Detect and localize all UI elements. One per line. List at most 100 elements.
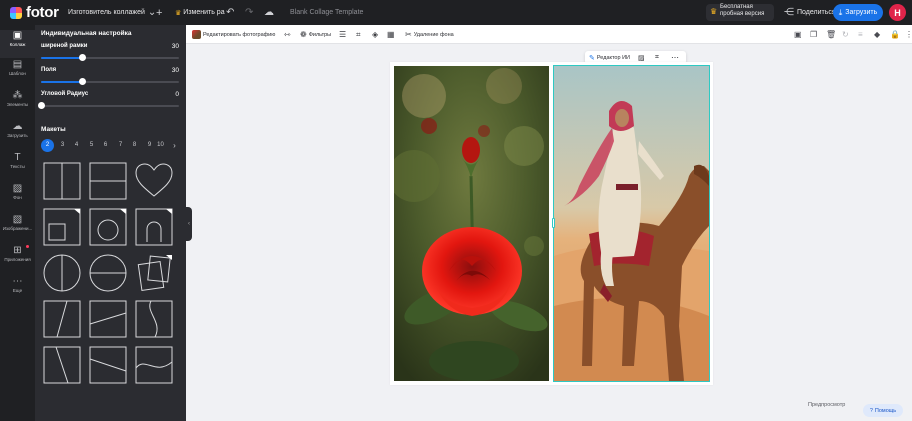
layout-inset-square[interactable] [43,208,81,246]
logo-text: fotor [26,4,59,21]
undo-icon[interactable]: ↶ [226,6,234,19]
layout-inset-circle[interactable] [89,208,127,246]
user-avatar[interactable]: H [889,4,906,21]
filters-button[interactable]: ❁ Фильтры [300,28,331,41]
app-menu[interactable]: Изготовитель коллажей ⌄ [68,6,156,19]
align-icon[interactable]: ≡ [858,28,863,41]
rail-item-upload[interactable]: ☁ Загрузить [0,121,35,149]
remove-background-button[interactable]: ✂ Удаление фона [405,28,454,41]
layout-heart[interactable] [135,162,173,200]
document-title[interactable]: Blank Collage Template [290,6,363,19]
edit-photo-button[interactable]: Редактировать фотографию [192,28,275,41]
transparency-icon[interactable]: ▦ [387,28,395,41]
free-trial-button[interactable]: ♛ Бесплатная пробная версия [706,4,774,21]
magic-wand-icon: ✎ [589,54,595,62]
lock-icon[interactable]: 🔒 [890,28,900,41]
rotate-icon[interactable]: ↻ [842,28,849,41]
layout-slant-horizontal[interactable] [89,346,127,384]
slider-knob[interactable] [78,78,86,85]
rail-item-background[interactable]: ▨ Фон [0,183,35,211]
page-number[interactable]: 4 [70,139,83,152]
chevron-right-icon[interactable]: › [168,139,181,152]
more-options-icon[interactable]: ⋮ [905,28,912,41]
page-number[interactable]: 2 [41,139,54,152]
duplicate-icon[interactable]: ❐ [810,28,817,41]
redo-icon[interactable]: ↷ [245,6,253,19]
slider-knob[interactable] [78,54,86,61]
layout-grid [43,162,177,386]
preview-button[interactable]: Предпросмотр [808,402,845,408]
trial-line-2: пробная версия [720,11,765,17]
page-number[interactable]: 8 [128,139,141,152]
rail-item-images[interactable]: ▧ Изображени... [0,214,35,242]
rail-item-elements[interactable]: ⁂ Элементы [0,90,35,118]
layout-wave-vertical[interactable] [135,300,173,338]
layout-circle-vertical[interactable] [43,254,81,292]
layouts-title: Макеты [41,126,66,133]
page-number[interactable]: 7 [114,139,127,152]
page-number[interactable]: 10 [157,139,164,152]
slider-track[interactable] [41,78,179,85]
page-number[interactable]: 3 [56,139,69,152]
rail-item-collage[interactable]: ▣ Коллаж [0,30,35,58]
layout-two-vertical[interactable] [43,162,81,200]
rail-item-apps[interactable]: ⊞ Приложения [0,245,35,273]
slider-value[interactable]: 0 [175,91,179,98]
photo-thumbnail [192,30,201,39]
upload-button[interactable]: ⤓ Загрузить [833,4,883,21]
fotor-logo[interactable]: fotor [10,4,59,21]
slider-knob[interactable] [37,102,45,109]
collage-cell-right[interactable] [553,65,710,382]
crown-icon: ♛ [175,9,182,17]
layout-circle-horizontal[interactable] [89,254,127,292]
cell-resize-handle[interactable] [552,218,555,228]
collage-icon: ▣ [12,30,23,41]
slider-track[interactable] [41,54,179,61]
chevron-left-icon: ‹ [188,221,190,227]
rail-label: Коллаж [9,42,26,47]
page-number[interactable]: 9 [143,139,156,152]
app-menu-label: Изготовитель коллажей [68,9,145,16]
plus-icon[interactable]: + [156,6,162,19]
slider-label: Угловой Радиус [41,91,89,97]
help-button[interactable]: ? Помощь [863,404,903,417]
slider-value[interactable]: 30 [172,43,179,50]
layout-tilted-cards[interactable] [135,254,173,292]
image-icon: ▧ [12,214,23,225]
page-number[interactable]: 5 [85,139,98,152]
layout-two-horizontal[interactable] [89,162,127,200]
collage-cell-left[interactable] [394,66,549,381]
layout-slant-vertical[interactable] [43,346,81,384]
rail-item-more[interactable]: ⋯ Еще [0,276,35,304]
ai-editor-label: Редактор ИИ [596,54,630,61]
notification-dot [26,245,29,248]
layers-icon[interactable]: ◆ [874,28,880,41]
slider-value[interactable]: 30 [172,67,179,74]
crop-icon[interactable]: ⌗ [356,28,361,41]
rail-item-template[interactable]: ▤ Шаблон [0,59,35,87]
rail-item-text[interactable]: T Тексты [0,152,35,180]
help-icon: ? [869,407,873,414]
layout-inset-arch[interactable] [135,208,173,246]
layout-wave-horizontal[interactable] [135,346,173,384]
delete-icon[interactable]: 🗑 [826,28,836,41]
adjust-icon[interactable]: ☰ [339,28,346,41]
camel-rider-photo [554,66,709,381]
page-number[interactable]: 6 [99,139,112,152]
apps-icon: ⊞ [13,245,22,256]
slider-track[interactable] [37,102,179,109]
more-icon: ⋯ [12,276,23,287]
layout-diagonal-vertical[interactable] [43,300,81,338]
resize-button[interactable]: ♛ Изменить ра [175,6,225,19]
flip-icon[interactable]: ⇿ [284,28,291,41]
rail-label: Элементы [6,102,29,107]
layout-diagonal-horizontal[interactable] [89,300,127,338]
share-button[interactable]: ⋲ Поделиться [784,6,836,19]
collapse-panel-button[interactable]: ‹ [186,207,192,241]
cloud-sync-icon[interactable]: ☁ [264,6,274,19]
rail-label: Еще [12,288,23,293]
replace-image-icon[interactable]: ▣ [794,28,802,41]
background-icon: ▨ [12,183,23,194]
text-icon: T [14,152,21,163]
eraser-icon[interactable]: ◈ [372,28,378,41]
